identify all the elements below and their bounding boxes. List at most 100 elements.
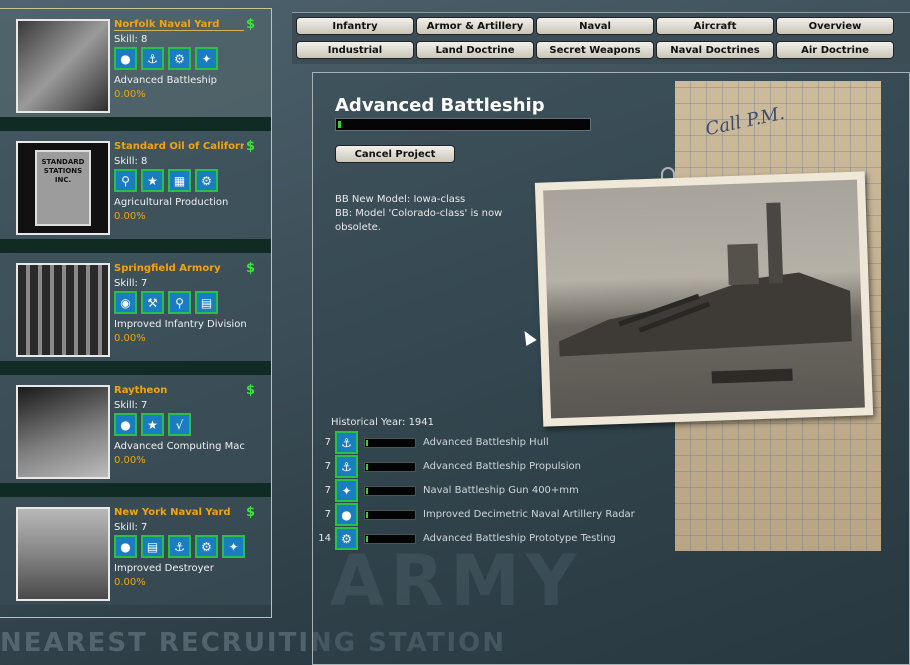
- team-photo-raytheon: [16, 385, 110, 479]
- project-progress-fill: [338, 121, 341, 128]
- dollar-icon: $: [246, 261, 256, 276]
- tab-infantry[interactable]: Infantry: [296, 17, 414, 35]
- notebook-scribble: Call P.M.: [703, 102, 787, 141]
- team-name: New York Naval Yard: [114, 507, 231, 518]
- anchor-icon: ⚓: [168, 535, 191, 558]
- team-project: Advanced Battleship: [114, 75, 218, 86]
- team-name: Standard Oil of Californi: [114, 141, 244, 152]
- team-project: Agricultural Production: [114, 197, 229, 208]
- component-name: Advanced Battleship Hull: [423, 437, 549, 448]
- gear-icon: ⚙: [195, 535, 218, 558]
- bulb-icon: ●: [114, 535, 137, 558]
- component-skill: 7: [324, 461, 331, 472]
- battleship-photo: [534, 171, 874, 427]
- team-project: Advanced Computing Mac: [114, 441, 245, 452]
- flask-icon: ⚲: [114, 169, 137, 192]
- team-project: Improved Infantry Division: [114, 319, 247, 330]
- team-skill: Skill: 8: [114, 156, 148, 167]
- project-detail-panel: Call P.M. Advanced Battleship Cancel Pro…: [312, 72, 910, 665]
- component-progress-fill: [366, 464, 368, 470]
- star-icon: ★: [141, 169, 164, 192]
- project-title: Advanced Battleship: [335, 95, 545, 116]
- tab-air-doctrine[interactable]: Air Doctrine: [776, 41, 894, 59]
- team-photo-norfolk: [16, 19, 110, 113]
- component-skill: 14: [318, 533, 331, 544]
- tab-armor-artillery[interactable]: Armor & Artillery: [416, 17, 534, 35]
- naval-gun-icon: ✦: [335, 479, 358, 502]
- dollar-icon: $: [246, 505, 256, 520]
- gear-icon: ⚙: [168, 47, 191, 70]
- team-skill: Skill: 8: [114, 34, 148, 45]
- component-row: 7 ⚓ Advanced Battleship Hull: [313, 431, 673, 455]
- component-row: 7 ● Improved Decimetric Naval Artillery …: [313, 503, 673, 527]
- team-icons: ● ▤ ⚓ ⚙ ✦: [114, 535, 245, 558]
- wrench-icon: ⚒: [141, 291, 164, 314]
- component-row: 7 ⚓ Advanced Battleship Propulsion: [313, 455, 673, 479]
- standard-logo-badge: STANDARD STATIONS INC.: [35, 150, 91, 226]
- component-skill: 7: [324, 437, 331, 448]
- star-icon: ★: [141, 413, 164, 436]
- dollar-icon: $: [246, 139, 256, 154]
- effect-line: BB New Model: Iowa-class: [335, 194, 466, 205]
- team-card-new-york[interactable]: New York Naval Yard $ Skill: 7 ● ▤ ⚓ ⚙ ✦…: [0, 497, 271, 605]
- team-divider: [0, 361, 271, 375]
- component-progress-fill: [366, 488, 368, 494]
- team-icons: ◉ ⚒ ⚲ ▤: [114, 291, 218, 314]
- team-photo-springfield: [16, 263, 110, 357]
- tab-naval[interactable]: Naval: [536, 17, 654, 35]
- tab-industrial[interactable]: Industrial: [296, 41, 414, 59]
- component-progress-fill: [366, 536, 368, 542]
- grenade-icon: ◉: [114, 291, 137, 314]
- anchor-icon: ⚓: [141, 47, 164, 70]
- tab-naval-doctrines[interactable]: Naval Doctrines: [656, 41, 774, 59]
- component-name: Advanced Battleship Propulsion: [423, 461, 581, 472]
- team-skill: Skill: 7: [114, 522, 148, 533]
- component-progress-bar: [364, 438, 416, 448]
- team-photo-standard-oil: STANDARD STATIONS INC.: [16, 141, 110, 235]
- team-skill: Skill: 7: [114, 400, 148, 411]
- bulb-icon: ●: [114, 47, 137, 70]
- tab-land-doctrine[interactable]: Land Doctrine: [416, 41, 534, 59]
- gear-icon: ⚙: [335, 527, 358, 550]
- component-progress-bar: [364, 534, 416, 544]
- computer-icon: ▤: [195, 291, 218, 314]
- component-name: Naval Battleship Gun 400+mm: [423, 485, 579, 496]
- component-progress-bar: [364, 462, 416, 472]
- tab-overview[interactable]: Overview: [776, 17, 894, 35]
- historical-year: Historical Year: 1941: [331, 417, 435, 428]
- tab-aircraft[interactable]: Aircraft: [656, 17, 774, 35]
- gear-icon: ⚙: [195, 169, 218, 192]
- cancel-project-button[interactable]: Cancel Project: [335, 145, 455, 163]
- team-divider: [0, 239, 271, 253]
- team-name: Raytheon: [114, 385, 168, 396]
- tab-secret-weapons[interactable]: Secret Weapons: [536, 41, 654, 59]
- team-card-norfolk[interactable]: Norfolk Naval Yard $ Skill: 8 ● ⚓ ⚙ ✦ Ad…: [0, 9, 271, 117]
- team-divider: [0, 117, 271, 131]
- team-icons: ● ★ √: [114, 413, 191, 436]
- team-progress: 0.00%: [114, 211, 146, 222]
- dollar-icon: $: [246, 383, 256, 398]
- team-icons: ● ⚓ ⚙ ✦: [114, 47, 218, 70]
- team-card-springfield[interactable]: Springfield Armory $ Skill: 7 ◉ ⚒ ⚲ ▤ Im…: [0, 253, 271, 361]
- team-progress: 0.00%: [114, 89, 146, 100]
- component-progress-bar: [364, 510, 416, 520]
- bulb-icon: ●: [335, 503, 358, 526]
- battleship-silhouette: [559, 202, 852, 384]
- team-skill: Skill: 7: [114, 278, 148, 289]
- component-row: 7 ✦ Naval Battleship Gun 400+mm: [313, 479, 673, 503]
- sqrt-icon: √: [168, 413, 191, 436]
- dollar-icon: $: [246, 17, 256, 32]
- project-progress-bar: [335, 118, 591, 131]
- team-divider: [0, 483, 271, 497]
- team-card-standard-oil[interactable]: STANDARD STATIONS INC. Standard Oil of C…: [0, 131, 271, 239]
- team-photo-new-york: [16, 507, 110, 601]
- team-project: Improved Destroyer: [114, 563, 214, 574]
- factory-icon: ▦: [168, 169, 191, 192]
- naval-gun-icon: ✦: [222, 535, 245, 558]
- component-name: Advanced Battleship Prototype Testing: [423, 533, 616, 544]
- component-skill: 7: [324, 509, 331, 520]
- team-card-raytheon[interactable]: Raytheon $ Skill: 7 ● ★ √ Advanced Compu…: [0, 375, 271, 483]
- flask-icon: ⚲: [168, 291, 191, 314]
- tech-tab-bar: Infantry Armor & Artillery Naval Aircraf…: [292, 12, 910, 64]
- effect-line: BB: Model 'Colorado-class' is now obsole…: [335, 208, 503, 233]
